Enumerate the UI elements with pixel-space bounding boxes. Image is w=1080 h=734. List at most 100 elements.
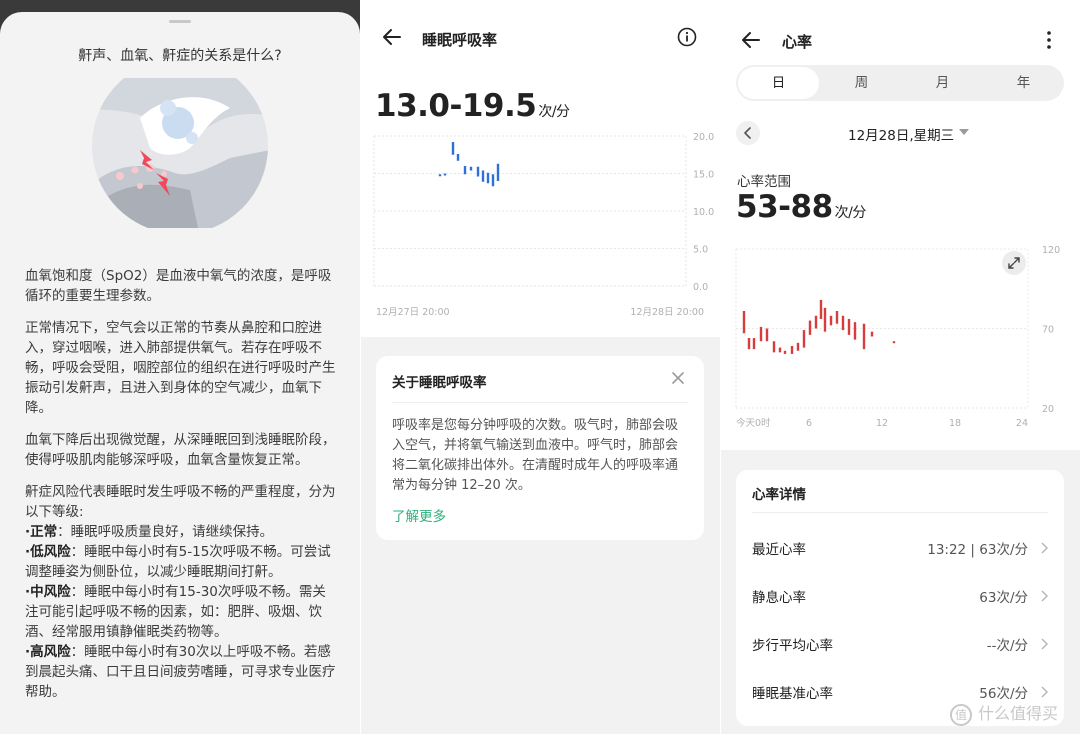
tab-year[interactable]: 年 xyxy=(983,65,1064,101)
risk-intro: 鼾症风险代表睡眠时发生呼吸不畅的严重程度，分为以下等级: xyxy=(25,484,336,520)
respiration-range: 13.0-19.5 次/分 xyxy=(375,88,570,124)
chevron-left-icon[interactable] xyxy=(736,121,760,145)
watermark-logo-icon: 值 xyxy=(950,703,972,726)
chevron-right-icon xyxy=(1041,590,1048,602)
data-bar xyxy=(870,331,874,337)
sheet-drag-handle[interactable] xyxy=(169,20,191,23)
x-tick-label: 今天0时 xyxy=(736,417,771,429)
data-bar xyxy=(835,311,839,324)
data-bar xyxy=(796,342,800,351)
watermark-text: 什么值得买 xyxy=(978,706,1059,723)
x-tick-label: 12 xyxy=(876,418,888,429)
row-label: 最近心率 xyxy=(752,542,806,558)
sleep-respiration-panel: 睡眠呼吸率 13.0-19.5 次/分 20.0 15.0 10.0 5.0 0.0 12月… xyxy=(361,0,720,734)
heart-rate-chart: 120 70 20 今天0时 6 12 18 24 xyxy=(735,245,1060,429)
paragraph: 血氧饱和度（SpO2）是血液中氧气的浓度，是呼吸循环的重要生理参数。 xyxy=(25,268,332,304)
info-icon[interactable] xyxy=(677,27,697,47)
divider xyxy=(392,402,688,403)
watermark: 值什么值得买 xyxy=(950,700,1058,726)
level-desc: ：睡眠呼吸质量良好，请继续保持。 xyxy=(57,524,274,540)
data-bar xyxy=(491,174,495,187)
x-tick-label: 18 xyxy=(949,418,961,429)
level-name: ·中风险 xyxy=(25,584,71,600)
row-label: 静息心率 xyxy=(752,590,806,606)
respiration-summary: 睡眠呼吸率 13.0-19.5 次/分 20.0 15.0 10.0 5.0 0.0 12月… xyxy=(361,0,720,337)
paragraph: 血氧下降后出现微觉醒，从深睡眠回到浅睡眠阶段，使得呼吸肌肉能够深呼吸，血氧含量恢… xyxy=(25,432,336,468)
data-bar xyxy=(463,166,467,175)
data-bar xyxy=(747,338,751,350)
data-bar xyxy=(451,142,455,155)
row-value: --次/分 xyxy=(986,638,1028,654)
detail-row-latest[interactable]: 最近心率 13:22 | 63次/分 xyxy=(752,538,1048,562)
card-title: 关于睡眠呼吸率 xyxy=(392,375,487,391)
detail-row-resting[interactable]: 静息心率 63次/分 xyxy=(752,586,1048,610)
y-tick-label: 20.0 xyxy=(693,132,714,143)
data-bar xyxy=(469,166,473,171)
data-bar xyxy=(814,315,818,329)
heart-rate-panel: 心率 日 周 月 年 12月28日,星期三 心率范围 53-88 次/分 120 7… xyxy=(721,0,1080,734)
data-bar xyxy=(778,347,782,353)
y-tick-label: 5.0 xyxy=(693,245,708,256)
level-name: ·高风险 xyxy=(25,644,71,660)
back-arrow-icon[interactable] xyxy=(381,26,403,48)
data-bar xyxy=(476,166,480,177)
risk-level-low: ·低风险：睡眠中每小时有5-15次呼吸不畅。可尝试调整睡姿为侧卧位，以减少睡眠期… xyxy=(25,542,337,582)
y-tick-label: 0.0 xyxy=(693,282,708,293)
detail-row-walking[interactable]: 步行平均心率 --次/分 xyxy=(752,634,1048,658)
paragraph: 正常情况下，空气会以正常的节奏从鼻腔和口腔进入，穿过咽喉，进入肺部提供氧气。若存… xyxy=(25,320,336,416)
page-title: 睡眠呼吸率 xyxy=(422,31,498,49)
data-bar xyxy=(443,173,447,176)
risk-levels: 鼾症风险代表睡眠时发生呼吸不畅的严重程度，分为以下等级: ·正常：睡眠呼吸质量良… xyxy=(25,482,337,702)
data-bar xyxy=(772,341,776,353)
data-bar xyxy=(790,345,794,354)
data-bar xyxy=(862,323,866,350)
heart-rate-range: 53-88 次/分 xyxy=(736,189,866,225)
range-unit: 次/分 xyxy=(834,205,867,221)
expand-icon[interactable] xyxy=(1002,251,1026,275)
respiration-chart: 20.0 15.0 10.0 5.0 0.0 12月27日 20:00 12月28日 20:… xyxy=(373,132,714,318)
level-name: ·低风险 xyxy=(25,544,71,560)
tab-month[interactable]: 月 xyxy=(902,65,983,101)
page-title: 心率 xyxy=(782,33,813,51)
data-bar xyxy=(456,154,460,161)
y-tick-label: 120 xyxy=(1042,245,1060,256)
more-options-icon[interactable] xyxy=(1041,30,1057,50)
data-bar xyxy=(847,318,851,335)
tab-week[interactable]: 周 xyxy=(821,65,902,101)
data-bar xyxy=(802,330,806,348)
chevron-right-icon xyxy=(1041,686,1048,698)
data-bar xyxy=(808,320,812,335)
bottom-sheet: 鼾声、血氧、鼾症的关系是什么? 血氧饱和度（SpO2）是血液中氧气的浓度，是呼吸… xyxy=(0,12,360,734)
range-value: 53-88 xyxy=(736,189,833,225)
data-bar xyxy=(853,322,857,340)
range-value: 13.0-19.5 xyxy=(375,88,537,124)
tab-day[interactable]: 日 xyxy=(738,67,819,99)
caret-down-icon[interactable] xyxy=(959,129,969,135)
heart-rate-summary: 心率 日 周 月 年 12月28日,星期三 心率范围 53-88 次/分 120 7… xyxy=(721,0,1080,450)
date-selector[interactable]: 12月28日,星期三 xyxy=(848,124,954,144)
y-tick-label: 70 xyxy=(1042,325,1054,336)
chevron-right-icon xyxy=(1041,542,1048,554)
data-bar xyxy=(823,307,827,332)
y-tick-label: 10.0 xyxy=(693,207,714,218)
level-name: ·正常 xyxy=(25,524,58,540)
level-desc: ：睡眠中每小时有5-15次呼吸不畅。可尝试调整睡姿为侧卧位，以减少睡眠期间打鼾。 xyxy=(25,544,331,580)
snoring-info-panel: 鼾声、血氧、鼾症的关系是什么? 血氧饱和度（SpO2）是血液中氧气的浓度，是呼吸… xyxy=(0,0,360,734)
x-tick-label: 12月27日 20:00 xyxy=(376,307,450,318)
card-title: 心率详情 xyxy=(752,487,806,503)
close-icon[interactable] xyxy=(670,370,686,386)
back-arrow-icon[interactable] xyxy=(740,29,762,51)
learn-more-link[interactable]: 了解更多 xyxy=(392,505,446,525)
period-tabs: 日 周 月 年 xyxy=(736,65,1064,101)
chevron-right-icon xyxy=(1041,638,1048,650)
x-tick-label: 6 xyxy=(806,418,812,429)
data-bar xyxy=(486,172,490,184)
risk-level-normal: ·正常：睡眠呼吸质量良好，请继续保持。 xyxy=(25,522,337,542)
row-value: 56次/分 xyxy=(979,686,1028,702)
row-value: 63次/分 xyxy=(979,590,1028,606)
about-respiration-card: 关于睡眠呼吸率 呼吸率是您每分钟呼吸的次数。吸气时，肺部会吸入空气，并将氧气输送… xyxy=(376,356,704,540)
data-bar xyxy=(438,174,442,177)
range-label: 心率范围 xyxy=(737,174,791,190)
data-bar xyxy=(496,163,500,181)
snoring-explanation-text: 血氧饱和度（SpO2）是血液中氧气的浓度，是呼吸循环的重要生理参数。 正常情况下… xyxy=(25,266,337,702)
